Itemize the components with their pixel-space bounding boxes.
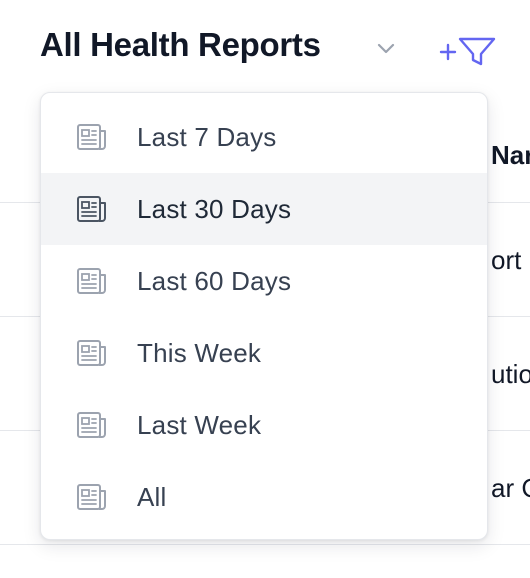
menu-item-label: This Week xyxy=(137,337,262,368)
newspaper-icon xyxy=(75,264,109,298)
menu-item-all[interactable]: All xyxy=(41,461,487,533)
menu-item-last-60-days[interactable]: Last 60 Days xyxy=(41,245,487,317)
newspaper-icon xyxy=(75,408,109,442)
table-cell-name[interactable]: ar C xyxy=(491,473,530,504)
add-filter-icon xyxy=(439,37,496,66)
newspaper-icon xyxy=(75,120,109,154)
menu-item-last-7-days[interactable]: Last 7 Days xyxy=(41,101,487,173)
newspaper-icon xyxy=(75,192,109,226)
table-cell-name[interactable]: utio xyxy=(491,359,530,390)
page: All Health Reports Nar ort utio ar C xyxy=(0,0,530,578)
menu-item-this-week[interactable]: This Week xyxy=(41,317,487,389)
menu-item-label: Last 7 Days xyxy=(137,121,277,152)
newspaper-icon xyxy=(75,480,109,514)
row-divider xyxy=(0,544,530,545)
menu-item-label: Last Week xyxy=(137,409,262,440)
table-cell-name[interactable]: ort xyxy=(491,245,521,276)
menu-item-last-30-days[interactable]: Last 30 Days xyxy=(41,173,487,245)
menu-item-label: All xyxy=(137,481,167,512)
add-filter-button[interactable] xyxy=(438,33,498,69)
page-title[interactable]: All Health Reports xyxy=(40,26,321,64)
chevron-down-icon[interactable] xyxy=(374,36,398,60)
report-filter-dropdown: Last 7 Days Last 30 Days Last 60 Days Th… xyxy=(40,92,488,540)
menu-item-label: Last 60 Days xyxy=(137,265,292,296)
menu-item-label: Last 30 Days xyxy=(137,193,292,224)
newspaper-icon xyxy=(75,336,109,370)
menu-item-last-week[interactable]: Last Week xyxy=(41,389,487,461)
column-header-name: Nar xyxy=(491,140,530,170)
